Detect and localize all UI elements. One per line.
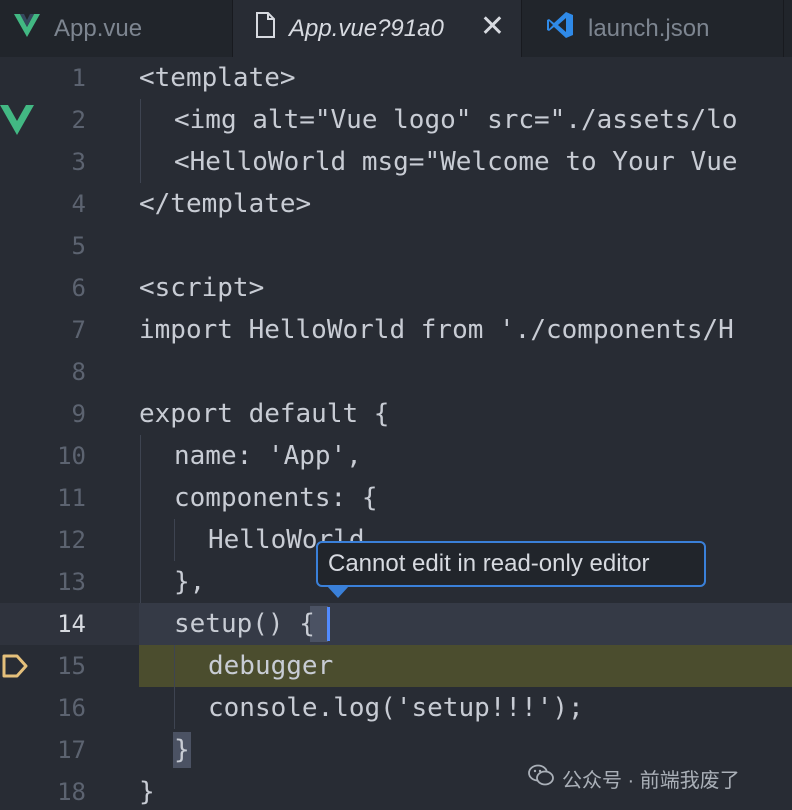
code-line: 6 <script> (0, 267, 792, 309)
wechat-icon (528, 764, 554, 792)
line-number: 8 (71, 358, 86, 386)
indent-guide (174, 687, 175, 729)
watermark-text: 公众号 · 前端我废了 (562, 769, 740, 792)
code-text: components: { (174, 483, 378, 513)
indent-guide (140, 141, 141, 183)
watermark: 公众号 · 前端我废了 (528, 762, 740, 794)
code-text: } (174, 735, 190, 765)
line-number: 14 (57, 610, 86, 638)
tab-label: App.vue?91a0 (289, 14, 444, 42)
code-editor[interactable]: 1 <template> 2 <img alt="Vue logo" src="… (0, 57, 792, 810)
current-code-line: 14 setup() { (0, 603, 792, 645)
code-text: }, (174, 567, 206, 597)
tab-label: App.vue (54, 14, 143, 42)
code-text: name: 'App', (174, 441, 362, 471)
code-text: <script> (139, 273, 265, 303)
text-cursor (327, 607, 330, 641)
file-icon (255, 12, 275, 45)
read-only-tooltip: Cannot edit in read-only editor (316, 541, 706, 587)
tab-launch-json[interactable]: launch.json (522, 0, 784, 57)
code-text: <HelloWorld msg="Welcome to Your Vue (174, 147, 738, 177)
line-number: 17 (57, 736, 86, 764)
code-text: import HelloWorld from './components/H (139, 315, 734, 345)
tab-app-vue[interactable]: App.vue (0, 0, 232, 57)
line-number: 16 (57, 694, 86, 722)
tab-label: launch.json (588, 14, 710, 42)
line-number: 4 (71, 190, 86, 218)
code-line: 5 (0, 225, 792, 267)
indent-guide (174, 519, 175, 561)
editor-tab-bar: App.vue App.vue?91a0 ✕ launch.json (0, 0, 792, 58)
line-number: 11 (57, 484, 86, 512)
code-text: console.log('setup!!!'); (208, 693, 584, 723)
line-number: 5 (71, 232, 86, 260)
code-text: setup() { (174, 609, 315, 639)
code-text: </template> (139, 189, 312, 219)
code-line: 7 import HelloWorld from './components/H (0, 309, 792, 351)
code-text: <template> (139, 63, 296, 93)
code-line: 3 <HelloWorld msg="Welcome to Your Vue (0, 141, 792, 183)
code-line: 4 </template> (0, 183, 792, 225)
line-number: 1 (71, 64, 86, 92)
line-number: 2 (71, 106, 86, 134)
code-line: 2 <img alt="Vue logo" src="./assets/lo (0, 99, 792, 141)
line-number: 7 (71, 316, 86, 344)
indent-guide (140, 477, 141, 519)
code-line: 9 export default { (0, 393, 792, 435)
indent-guide (140, 519, 141, 561)
code-line: 8 (0, 351, 792, 393)
vscode-icon (546, 11, 574, 46)
code-text: } (139, 777, 155, 807)
close-icon[interactable]: ✕ (480, 10, 505, 44)
code-text: export default { (139, 399, 390, 429)
line-number: 10 (57, 442, 86, 470)
line-number: 9 (71, 400, 86, 428)
line-number: 12 (57, 526, 86, 554)
code-line: 16 console.log('setup!!!'); (0, 687, 792, 729)
code-line: 10 name: 'App', (0, 435, 792, 477)
code-line: 1 <template> (0, 57, 792, 99)
indent-guide (174, 645, 175, 687)
code-text: <img alt="Vue logo" src="./assets/lo (174, 105, 738, 135)
line-number: 15 (57, 652, 86, 680)
code-line: 11 components: { (0, 477, 792, 519)
line-number: 13 (57, 568, 86, 596)
code-text: debugger (208, 651, 334, 681)
indent-guide (140, 561, 141, 603)
indent-guide (140, 435, 141, 477)
indent-guide (140, 99, 141, 141)
tab-app-vue-readonly[interactable]: App.vue?91a0 ✕ (232, 0, 522, 57)
line-number: 6 (71, 274, 86, 302)
tooltip-arrow (327, 586, 349, 598)
paused-code-line: 15 debugger (0, 645, 792, 687)
line-number: 3 (71, 148, 86, 176)
line-number: 18 (57, 778, 86, 806)
vue-icon (14, 13, 40, 44)
